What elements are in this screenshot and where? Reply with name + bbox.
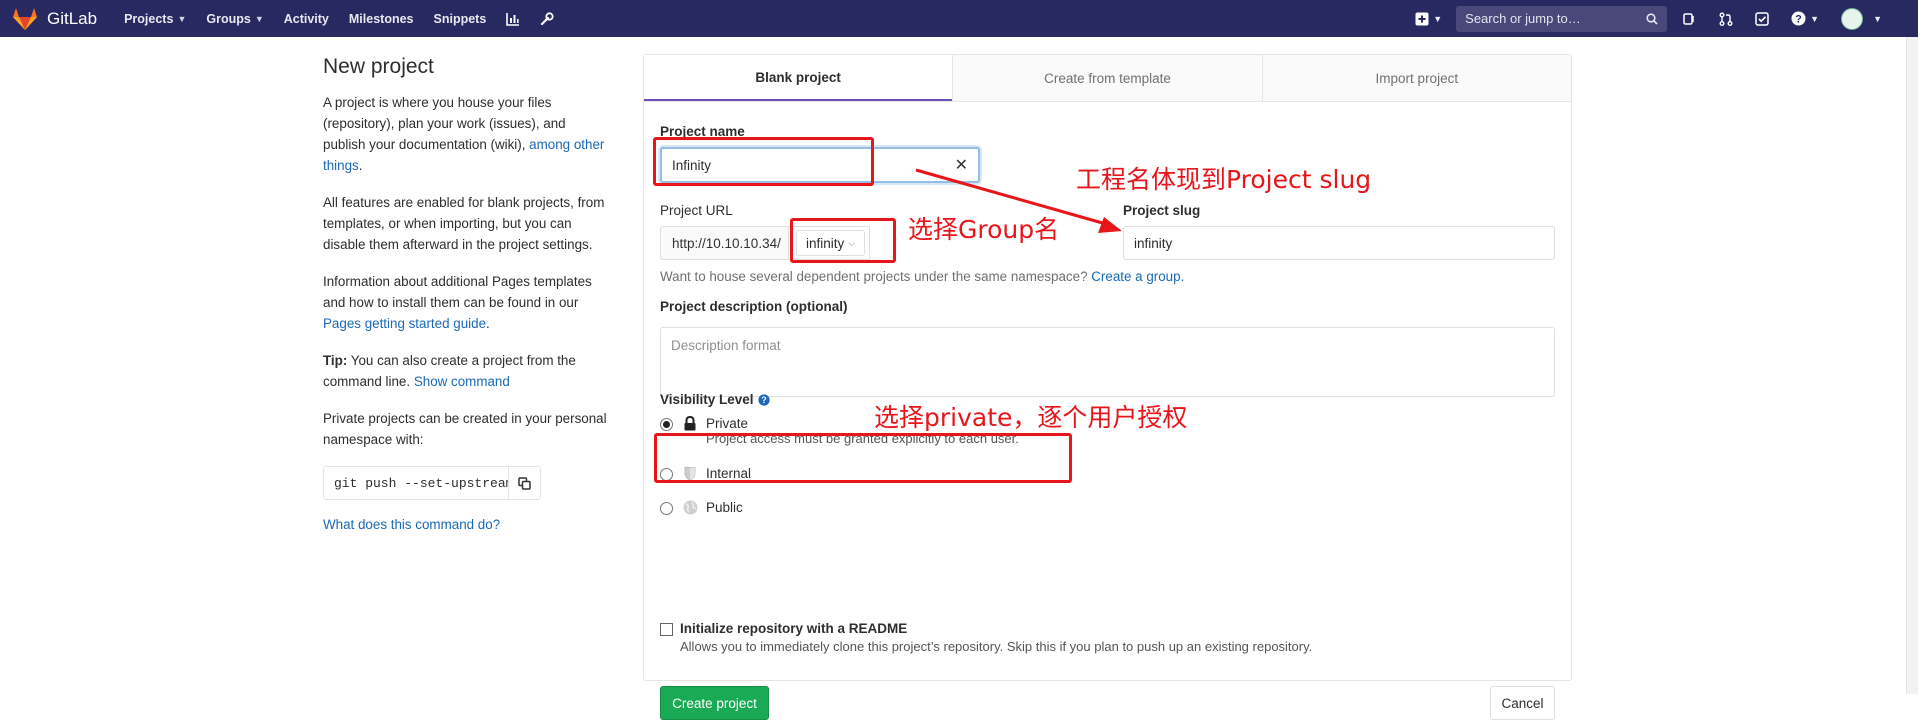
namespace-help: Want to house several dependent projects… bbox=[660, 269, 1184, 284]
copy-icon bbox=[518, 476, 531, 490]
create-project-button[interactable]: Create project bbox=[660, 686, 769, 720]
nav-projects-label: Projects bbox=[124, 11, 174, 26]
description-label: Project description (optional) bbox=[660, 299, 848, 314]
pages-paragraph: Information about additional Pages templ… bbox=[323, 271, 611, 334]
tab-blank-project[interactable]: Blank project bbox=[644, 55, 953, 101]
project-slug-input[interactable]: infinity bbox=[1123, 226, 1555, 260]
tip-paragraph: Tip: You can also create a project from … bbox=[323, 350, 611, 392]
search-icon bbox=[1646, 12, 1658, 25]
wrench-icon[interactable] bbox=[540, 11, 554, 26]
command-help-link[interactable]: What does this command do? bbox=[323, 517, 500, 532]
pages-guide-link[interactable]: Pages getting started guide bbox=[323, 316, 486, 331]
avatar bbox=[1841, 7, 1864, 30]
nav-activity-label: Activity bbox=[283, 11, 329, 26]
brand-name[interactable]: GitLab bbox=[47, 9, 97, 29]
todo-icon[interactable] bbox=[1755, 11, 1769, 26]
public-radio[interactable] bbox=[660, 502, 673, 515]
tab-create-from-template[interactable]: Create from template bbox=[952, 55, 1261, 101]
nav-groups[interactable]: Groups ▼ bbox=[206, 12, 263, 26]
close-icon[interactable]: ✕ bbox=[955, 155, 968, 175]
sidebar-help: New project A project is where you house… bbox=[323, 52, 611, 551]
visibility-level-text: Visibility Level bbox=[660, 392, 754, 407]
readme-option-text: Initialize repository with a README Allo… bbox=[680, 621, 1312, 654]
chevron-down-icon: ▼ bbox=[254, 13, 264, 24]
lock-icon bbox=[682, 416, 698, 431]
pages-end: . bbox=[486, 316, 490, 331]
project-url-label: Project URL bbox=[660, 203, 733, 218]
svg-text:?: ? bbox=[761, 395, 767, 405]
search-placeholder: Search or jump to… bbox=[1465, 11, 1581, 26]
tip-label: Tip: bbox=[323, 353, 348, 368]
visibility-public-option[interactable]: Public bbox=[660, 500, 743, 515]
project-slug-value: infinity bbox=[1134, 235, 1173, 251]
plus-square-icon bbox=[1415, 12, 1429, 25]
nav-projects[interactable]: Projects ▼ bbox=[124, 12, 186, 26]
description-textarea[interactable]: Description format bbox=[660, 327, 1555, 397]
gitlab-logo[interactable]: GitLab bbox=[12, 7, 97, 31]
copy-command-button[interactable] bbox=[508, 467, 540, 499]
svg-text:?: ? bbox=[1795, 13, 1802, 25]
top-navbar: GitLab Projects ▼ Groups ▼ Activity Milest… bbox=[0, 0, 1918, 37]
annotation-slug-note: 工程名体现到Project slug bbox=[1076, 165, 1372, 194]
page-scrollbar[interactable] bbox=[1906, 37, 1918, 694]
chevron-down-icon: ▼ bbox=[1433, 13, 1443, 24]
new-item-dropdown[interactable]: ▼ bbox=[1415, 12, 1442, 26]
nav-milestones[interactable]: Milestones bbox=[349, 12, 414, 26]
private-paragraph: Private projects can be created in your … bbox=[323, 411, 607, 447]
annotation-box-private bbox=[654, 433, 1072, 483]
pages-text: Information about additional Pages templ… bbox=[323, 274, 592, 310]
readme-description: Allows you to immediately clone this pro… bbox=[680, 639, 1313, 654]
nav-snippets[interactable]: Snippets bbox=[434, 12, 487, 26]
visibility-level-label: Visibility Level ? bbox=[660, 392, 770, 407]
command-help-paragraph: What does this command do? bbox=[323, 514, 611, 535]
chart-icon[interactable] bbox=[506, 12, 520, 26]
annotation-box-namespace bbox=[790, 218, 896, 263]
nav-snippets-label: Snippets bbox=[433, 11, 487, 26]
globe-icon bbox=[682, 500, 698, 515]
readme-checkbox[interactable] bbox=[660, 623, 673, 636]
readme-label: Initialize repository with a README bbox=[680, 621, 908, 636]
features-paragraph: All features are enabled for blank proje… bbox=[323, 195, 605, 252]
show-command-link[interactable]: Show command bbox=[414, 374, 510, 389]
tab-import-project[interactable]: Import project bbox=[1261, 55, 1571, 101]
intro-end: . bbox=[358, 158, 363, 173]
namespace-help-text: Want to house several dependent projects… bbox=[660, 269, 1092, 284]
private-radio[interactable] bbox=[660, 418, 673, 431]
nav-groups-label: Groups bbox=[206, 11, 251, 26]
nav-activity[interactable]: Activity bbox=[284, 12, 329, 26]
help-icon: ? bbox=[1791, 11, 1806, 26]
annotation-private-note: 选择private，逐个用户授权 bbox=[874, 403, 1188, 432]
radio-selected-dot bbox=[663, 421, 670, 428]
annotation-box-project-name bbox=[653, 137, 874, 186]
public-label: Public bbox=[706, 500, 743, 515]
nav-milestones-label: Milestones bbox=[348, 11, 414, 26]
project-type-tabs: Blank project Create from template Impor… bbox=[644, 55, 1571, 102]
annotation-group-note: 选择Group名 bbox=[908, 215, 1060, 244]
search-input[interactable]: Search or jump to… bbox=[1456, 5, 1668, 32]
merge-request-icon[interactable] bbox=[1719, 12, 1733, 26]
chevron-down-icon: ▼ bbox=[1810, 13, 1820, 24]
push-command-box[interactable]: git push --set-upstream bbox=[323, 466, 541, 500]
push-command[interactable]: git push --set-upstream bbox=[324, 473, 508, 494]
user-menu[interactable]: ▼ bbox=[1841, 7, 1882, 30]
description-placeholder: Description format bbox=[671, 338, 781, 353]
question-icon[interactable]: ? bbox=[757, 393, 770, 406]
create-group-link[interactable]: Create a group. bbox=[1091, 269, 1184, 284]
chevron-down-icon: ▼ bbox=[1873, 13, 1882, 24]
gitlab-tanuki-icon bbox=[13, 7, 37, 30]
issues-icon[interactable] bbox=[1683, 12, 1697, 26]
project-url-prefix: http://10.10.10.34/ bbox=[660, 226, 788, 260]
help-dropdown[interactable]: ? ▼ bbox=[1791, 11, 1819, 26]
chevron-down-icon: ▼ bbox=[177, 13, 187, 24]
intro-paragraph: A project is where you house your files … bbox=[323, 92, 611, 176]
project-slug-label: Project slug bbox=[1123, 203, 1201, 218]
cancel-button[interactable]: Cancel bbox=[1490, 686, 1555, 720]
readme-option[interactable]: Initialize repository with a README Allo… bbox=[660, 621, 1312, 654]
page-title: New project bbox=[323, 55, 434, 78]
